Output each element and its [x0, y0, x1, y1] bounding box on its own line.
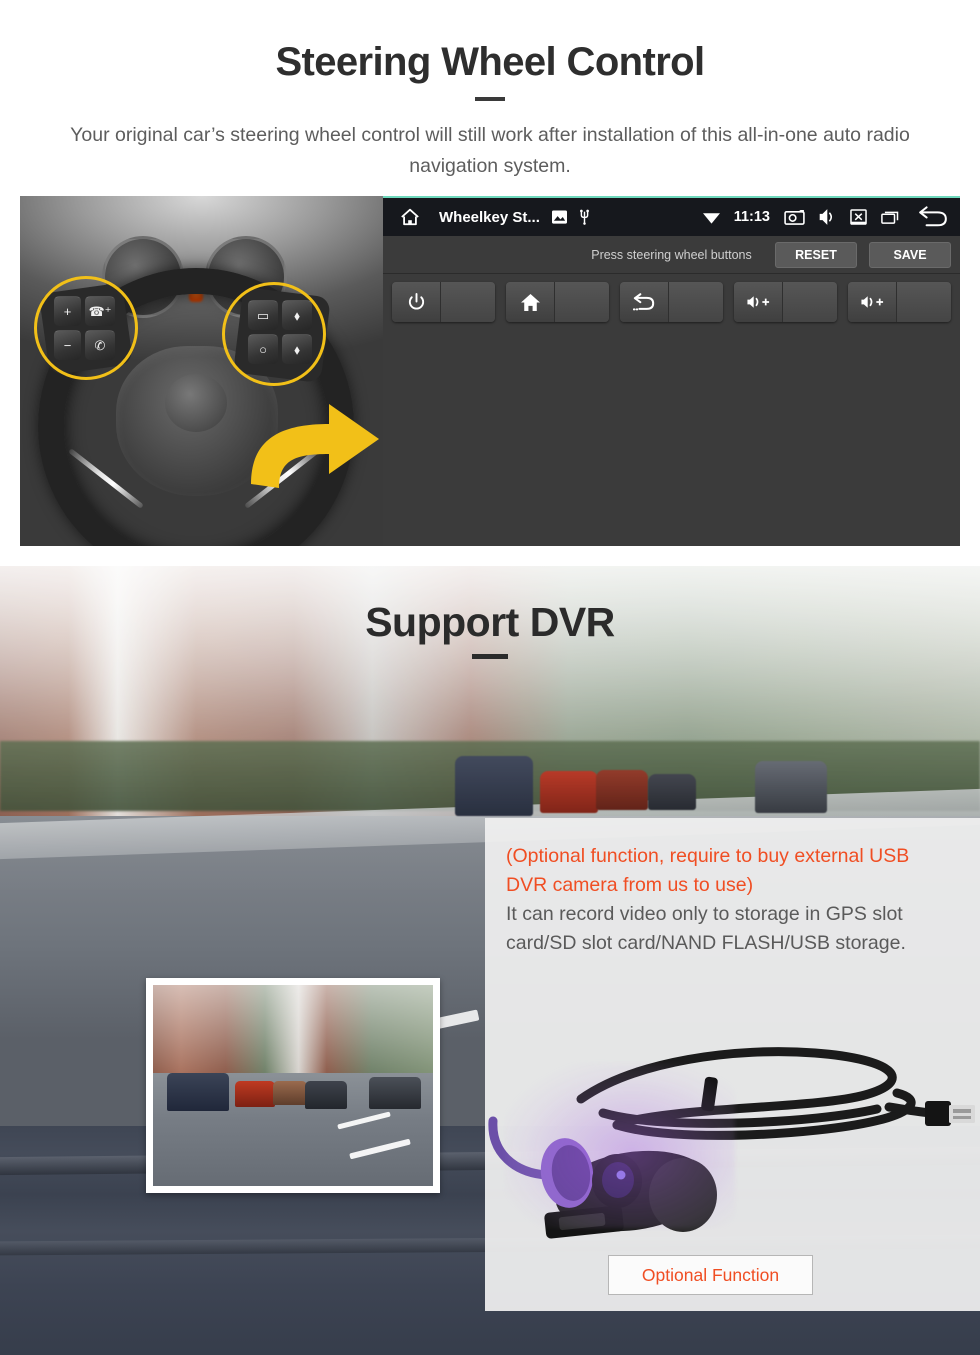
key-value-volume-up-1[interactable]: [782, 282, 837, 322]
key-value-back[interactable]: [668, 282, 723, 322]
parked-car: [540, 771, 598, 813]
thumbnail-car: [273, 1081, 307, 1106]
page-subtitle: Your original car’s steering wheel contr…: [70, 124, 910, 177]
android-status-bar: Wheelkey St... 11:13: [383, 198, 960, 236]
settings-toolbar: Press steering wheel buttons RESET SAVE: [383, 236, 960, 274]
power-icon: [392, 282, 440, 322]
highlight-circle-left: [34, 276, 138, 380]
dashcam-thumbnail: [146, 978, 440, 1193]
page-title: Steering Wheel Control: [275, 40, 705, 84]
wheel-key-mapping-row: [383, 282, 960, 322]
optional-function-note: (Optional function, require to buy exter…: [506, 845, 910, 896]
app-title: Wheelkey St...: [439, 208, 540, 226]
thumbnail-car: [167, 1073, 229, 1112]
parked-car: [648, 774, 696, 810]
head-unit-screen[interactable]: Wheelkey St... 11:13 Press steering whee…: [383, 196, 960, 546]
support-dvr-section: Support DVR (Optional function, require …: [0, 566, 980, 1355]
steering-wheel-control-section: Steering Wheel Control Your original car…: [0, 0, 980, 566]
optional-function-button[interactable]: Optional Function: [608, 1255, 813, 1295]
back-icon: [620, 282, 668, 322]
key-mapping-back[interactable]: [620, 282, 723, 322]
section-title: Support DVR: [365, 599, 615, 645]
key-value-home[interactable]: [554, 282, 609, 322]
thumbnail-houses: [153, 985, 433, 1078]
back-arrow-icon[interactable]: [918, 206, 948, 228]
parked-car: [455, 756, 533, 816]
parked-car: [596, 770, 648, 810]
title-divider: [475, 97, 505, 101]
key-mapping-volume-up-2[interactable]: [848, 282, 951, 322]
thumbnail-car: [235, 1081, 275, 1108]
dashcam-thumbnail-image: [153, 985, 433, 1186]
key-value-power[interactable]: [440, 282, 495, 322]
image-icon: [551, 210, 567, 224]
home-icon: [506, 282, 554, 322]
airbag-emblem: [165, 374, 227, 432]
parked-car: [755, 761, 827, 813]
yellow-arrow-icon: [251, 404, 379, 488]
wifi-icon: [702, 211, 720, 224]
usb-icon: [579, 209, 590, 225]
speaker-mute-icon[interactable]: [819, 209, 836, 225]
highlight-circle-right: [222, 282, 326, 386]
dvr-info-card: (Optional function, require to buy exter…: [485, 818, 980, 1311]
key-value-volume-up-2[interactable]: [896, 282, 951, 322]
volume-up-icon: [734, 282, 782, 322]
title-divider: [472, 654, 508, 659]
reset-button[interactable]: RESET: [775, 241, 857, 268]
key-mapping-volume-up-1[interactable]: [734, 282, 837, 322]
camera-purple-glow: [505, 1063, 735, 1228]
storage-note: It can record video only to storage in G…: [506, 903, 906, 954]
usb-dvr-camera-product-image: [485, 1003, 980, 1248]
thumbnail-car: [305, 1081, 347, 1110]
home-icon[interactable]: [399, 207, 421, 227]
recents-icon[interactable]: [881, 210, 900, 224]
clock-time: 11:13: [733, 209, 770, 225]
save-button[interactable]: SAVE: [869, 241, 951, 268]
steering-wheel-photo: + ☎⁺ − ✆ ▭ ⬧ ○ ⬧: [20, 196, 383, 546]
thumbnail-car: [369, 1077, 421, 1110]
key-mapping-power[interactable]: [392, 282, 495, 322]
key-mapping-home[interactable]: [506, 282, 609, 322]
close-window-icon[interactable]: [850, 209, 867, 225]
volume-up-icon: [848, 282, 896, 322]
camera-icon[interactable]: [784, 209, 805, 225]
